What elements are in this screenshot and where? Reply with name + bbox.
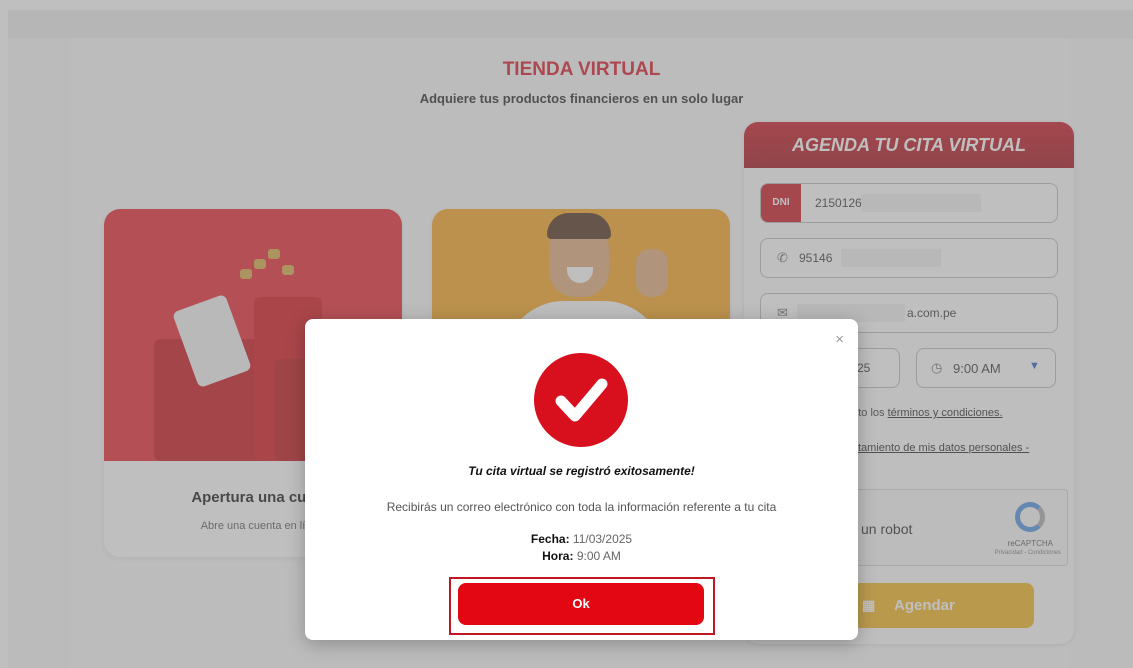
appointment-time: Hora: 9:00 AM xyxy=(305,549,858,563)
success-modal: × Tu cita virtual se registró exitosamen… xyxy=(305,319,858,640)
check-icon xyxy=(555,378,608,422)
fecha-label: Fecha: xyxy=(530,532,570,546)
close-icon[interactable]: × xyxy=(835,331,844,348)
hora-value: 9:00 AM xyxy=(576,549,621,563)
success-check-icon xyxy=(534,353,628,447)
ok-button[interactable]: Ok xyxy=(458,583,704,625)
fecha-value: 11/03/2025 xyxy=(572,532,633,546)
appointment-date: Fecha: 11/03/2025 xyxy=(305,532,858,546)
hora-label: Hora: xyxy=(542,549,574,563)
modal-message: Recibirás un correo electrónico con toda… xyxy=(386,500,777,514)
modal-title: Tu cita virtual se registró exitosamente… xyxy=(468,464,695,478)
